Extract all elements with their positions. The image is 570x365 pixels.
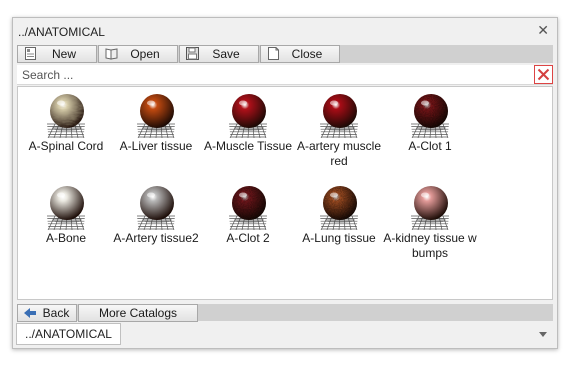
new-label: New <box>51 47 76 61</box>
material-preview <box>47 94 85 138</box>
material-preview <box>229 94 267 138</box>
more-catalogs-label: More Catalogs <box>98 306 178 320</box>
material-preview <box>320 186 358 230</box>
path-bar: ../ANATOMICAL <box>13 323 557 348</box>
close-button[interactable]: Close <box>260 45 340 63</box>
new-button[interactable]: New <box>17 45 97 63</box>
bottom-bar: Back More Catalogs <box>17 304 553 322</box>
save-button[interactable]: Save <box>179 45 259 63</box>
material-preview <box>137 186 175 230</box>
back-button[interactable]: Back <box>17 304 77 322</box>
back-arrow-icon <box>24 308 36 318</box>
catalog-window: ../ANATOMICAL ✕ New Open Save Close Sear… <box>12 17 558 349</box>
material-label: A-artery muscle red <box>296 139 382 168</box>
material-grid: A-Spinal Cord A-Liver tissue A-Muscle Tiss… <box>17 86 553 300</box>
material-preview <box>411 186 449 230</box>
close-label: Close <box>291 47 323 61</box>
material-label: A-Bone <box>45 231 87 245</box>
title-bar: ../ANATOMICAL ✕ <box>13 18 557 44</box>
material-preview <box>229 186 267 230</box>
material-label: A-Artery tissue2 <box>113 231 199 245</box>
material-preview <box>411 94 449 138</box>
search-bar <box>17 65 553 85</box>
material-preview <box>47 186 85 230</box>
material-label: A-Spinal Cord <box>28 139 104 153</box>
material-label: A-Clot 2 <box>226 231 270 245</box>
material-label: A-kidney tissue w bumps <box>383 231 477 260</box>
material-label: A-Muscle Tissue <box>203 139 293 153</box>
close-icon[interactable]: ✕ <box>537 23 549 37</box>
material-label: A-Clot 1 <box>408 139 452 153</box>
clear-search-button[interactable] <box>534 65 553 84</box>
open-label: Open <box>130 47 160 61</box>
material-preview <box>320 94 358 138</box>
material-label: A-Liver tissue <box>119 139 193 153</box>
material-label: A-Lung tissue <box>302 231 376 245</box>
search-input[interactable] <box>20 66 524 84</box>
material-preview <box>137 94 175 138</box>
clear-search-icon <box>537 68 550 81</box>
path-tab[interactable]: ../ANATOMICAL <box>16 323 121 345</box>
window-title: ../ANATOMICAL <box>18 25 105 39</box>
open-button[interactable]: Open <box>98 45 178 63</box>
chevron-down-icon[interactable] <box>539 332 547 337</box>
more-catalogs-button[interactable]: More Catalogs <box>78 304 198 322</box>
save-label: Save <box>212 47 240 61</box>
toolbar: New Open Save Close <box>17 45 553 63</box>
